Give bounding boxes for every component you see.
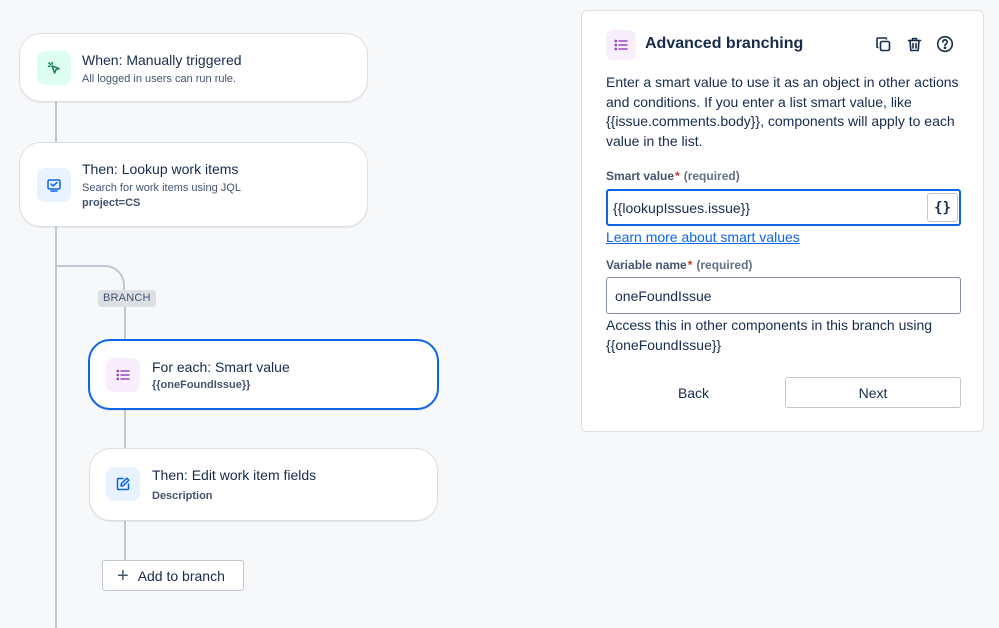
required-marker: *	[687, 258, 693, 272]
for-each-card[interactable]: For each: Smart value {{oneFoundIssue}}	[88, 339, 439, 410]
branch-label: BRANCH	[98, 290, 156, 307]
smart-value-label: Smart value* (required)	[606, 169, 740, 183]
advanced-branching-panel: Advanced branching Enter a smart value t…	[581, 10, 984, 432]
plus-icon: +	[117, 564, 129, 587]
lookup-subtitle: Search for work items using JQL	[82, 182, 241, 194]
trigger-subtitle: All logged in users can run rule.	[82, 73, 237, 85]
variable-name-label-text: Variable name	[606, 258, 687, 272]
question-circle-icon[interactable]	[934, 33, 956, 55]
copy-icon[interactable]	[872, 33, 894, 55]
trash-icon[interactable]	[903, 33, 925, 55]
edit-icon	[106, 467, 140, 501]
smart-value-input[interactable]	[606, 189, 961, 226]
edit-field: Description	[152, 490, 213, 502]
connector-line	[124, 520, 126, 561]
trigger-title: When: Manually triggered	[82, 52, 242, 68]
lookup-card[interactable]: Then: Lookup work items Search for work …	[19, 142, 368, 227]
back-button[interactable]: Back	[606, 377, 781, 408]
list-icon	[606, 30, 636, 60]
search-list-icon	[37, 168, 71, 202]
connector-line	[124, 409, 126, 449]
panel-description: Enter a smart value to use it as an obje…	[606, 74, 959, 149]
learn-more-link[interactable]: Learn more about smart values	[606, 229, 800, 245]
lookup-title: Then: Lookup work items	[82, 161, 239, 177]
edit-title: Then: Edit work item fields	[152, 467, 317, 483]
trigger-card[interactable]: When: Manually triggered All logged in u…	[19, 33, 368, 102]
edit-card[interactable]: Then: Edit work item fields Description	[89, 448, 438, 521]
lookup-query: project=CS	[82, 197, 141, 209]
panel-title: Advanced branching	[645, 35, 804, 52]
variable-name-input[interactable]	[606, 277, 961, 314]
cursor-click-icon	[37, 51, 71, 85]
required-text: (required)	[696, 258, 753, 272]
add-to-branch-label: Add to branch	[137, 567, 225, 584]
connector-line	[55, 101, 57, 143]
list-icon	[106, 358, 140, 392]
required-text: (required)	[683, 169, 740, 183]
required-marker: *	[675, 169, 680, 183]
next-button[interactable]: Next	[785, 377, 961, 408]
for-each-title: For each: Smart value	[152, 359, 290, 375]
variable-help-text: Access this in other components in this …	[606, 317, 933, 353]
smart-value-picker-button[interactable]: {}	[927, 193, 958, 222]
smart-value-label-text: Smart value	[606, 169, 675, 183]
variable-name-label: Variable name* (required)	[606, 258, 752, 272]
add-to-branch-button[interactable]: + Add to branch	[102, 560, 244, 591]
connector-line	[124, 306, 126, 340]
for-each-value: {{oneFoundIssue}}	[152, 379, 251, 391]
